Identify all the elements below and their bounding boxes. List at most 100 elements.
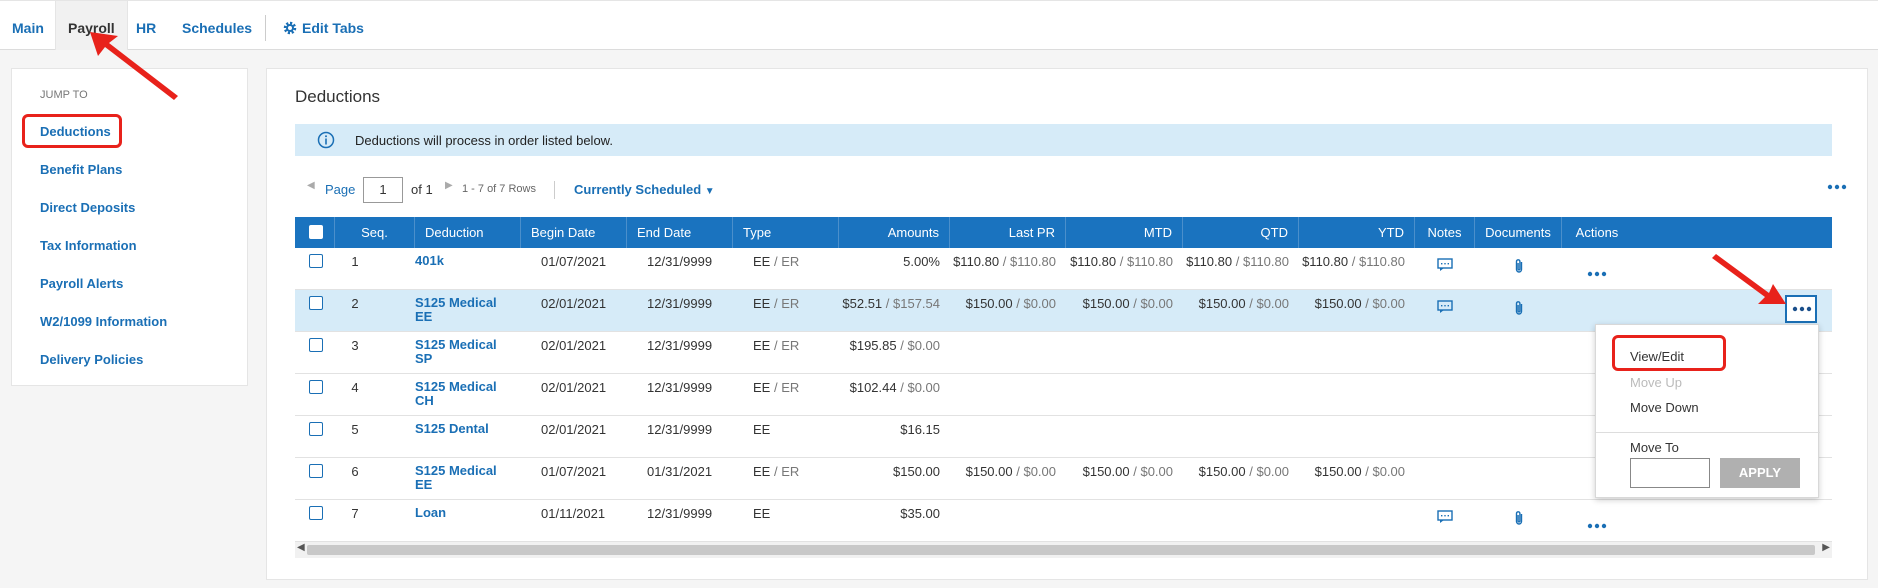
row-checkbox[interactable]	[309, 464, 323, 478]
row-checkbox[interactable]	[309, 380, 323, 394]
sidebar-item-delivery-policies[interactable]: Delivery Policies	[40, 352, 143, 367]
type-er: / ER	[773, 464, 800, 479]
type-er: / ER	[773, 254, 800, 269]
amt-cell: $150.00	[893, 464, 940, 479]
more-options-icon[interactable]	[1587, 264, 1607, 282]
mtd-cell: $150.00 / $0.00	[1083, 464, 1173, 479]
row-count: 1 - 7 of 7 Rows	[462, 183, 536, 195]
page-input[interactable]: 1	[363, 177, 403, 203]
menu-move-to-label: Move To	[1630, 440, 1679, 455]
deduction-link[interactable]: 401k	[415, 254, 501, 268]
end-date-cell: 12/31/9999	[647, 338, 713, 353]
more-options-icon[interactable]	[1827, 184, 1847, 190]
amt-ee: $195.85	[849, 338, 897, 353]
menu-divider	[1596, 432, 1820, 433]
qtd-er: / $0.00	[1249, 464, 1289, 479]
seq-cell: 6	[351, 464, 359, 479]
filter-label: Currently Scheduled	[574, 182, 702, 197]
col-end-date: End Date	[627, 217, 733, 248]
type-er: / ER	[773, 338, 800, 353]
page-of: of 1	[411, 182, 433, 197]
move-to-input[interactable]	[1630, 458, 1710, 488]
paperclip-icon[interactable]	[1514, 258, 1524, 279]
tab-payroll[interactable]: Payroll	[55, 1, 128, 50]
type-er: / ER	[773, 296, 800, 311]
sidebar-item-tax-information[interactable]: Tax Information	[40, 238, 137, 253]
deduction-link[interactable]: S125 Dental	[415, 422, 501, 436]
sidebar-item-direct-deposits[interactable]: Direct Deposits	[40, 200, 135, 215]
mtd-ee: $110.80	[1070, 254, 1117, 269]
notes-icon[interactable]	[1437, 510, 1453, 529]
tab-main[interactable]: Main	[0, 1, 56, 50]
ytd-er: / $0.00	[1365, 464, 1405, 479]
seq-cell: 5	[351, 422, 359, 437]
horizontal-scrollbar[interactable]: ◀ ▶	[295, 542, 1832, 558]
notes-icon[interactable]	[1437, 258, 1453, 277]
col-notes: Notes	[1415, 217, 1475, 248]
begin-date-cell: 02/01/2021	[541, 422, 607, 437]
sidebar-item-payroll-alerts[interactable]: Payroll Alerts	[40, 276, 123, 291]
type-cell: EE / ER	[753, 338, 799, 353]
row-checkbox[interactable]	[309, 506, 323, 520]
type-cell: EE / ER	[753, 464, 799, 479]
deduction-link[interactable]: Loan	[415, 506, 501, 520]
paperclip-icon[interactable]	[1514, 510, 1524, 531]
prev-page-icon[interactable]: ◀	[307, 180, 315, 191]
mtd-ee: $150.00	[1082, 464, 1130, 479]
mtd-er: / $0.00	[1133, 296, 1173, 311]
col-documents: Documents	[1475, 217, 1562, 248]
ytd-er: / $110.80	[1351, 254, 1405, 269]
qtd-ee: $150.00	[1198, 464, 1246, 479]
deduction-link[interactable]: S125 Medical CH	[415, 380, 501, 408]
deduction-link[interactable]: S125 Medical EE	[415, 296, 501, 324]
amt-ee: $35.00	[900, 506, 940, 521]
info-icon	[317, 131, 335, 149]
sidebar-item-w2-1099[interactable]: W2/1099 Information	[40, 314, 167, 329]
row-checkbox[interactable]	[309, 338, 323, 352]
amt-ee: $150.00	[893, 464, 940, 479]
row-checkbox[interactable]	[309, 296, 323, 310]
sidebar-item-deductions[interactable]: Deductions	[40, 124, 111, 139]
apply-button[interactable]: APPLY	[1720, 458, 1800, 488]
more-options-icon[interactable]	[1587, 516, 1607, 534]
row-checkbox[interactable]	[309, 254, 323, 268]
filter-dropdown[interactable]: Currently Scheduled ▼	[574, 182, 715, 197]
table-row[interactable]: 1 401k 01/07/2021 12/31/9999 EE / ER 5.00% $1…	[295, 248, 1832, 290]
deduction-link[interactable]: S125 Medical SP	[415, 338, 501, 366]
actions-menu: View/Edit Move Up Move Down Move To APPL…	[1595, 324, 1820, 498]
next-page-icon[interactable]: ▶	[445, 180, 453, 191]
scroll-right-icon[interactable]: ▶	[1822, 542, 1830, 553]
type-cell: EE	[753, 422, 770, 437]
notes-icon[interactable]	[1437, 300, 1453, 319]
gear-icon	[283, 21, 297, 35]
scroll-left-icon[interactable]: ◀	[297, 542, 305, 553]
pager-divider	[554, 181, 555, 199]
amt-ee: $52.51	[842, 296, 883, 311]
tab-schedules[interactable]: Schedules	[170, 1, 264, 50]
sidebar-item-benefit-plans[interactable]: Benefit Plans	[40, 162, 122, 177]
type-cell: EE / ER	[753, 254, 799, 269]
mtd-cell: $110.80 / $110.80	[1070, 254, 1173, 269]
col-amounts: Amounts	[839, 217, 950, 248]
row-checkbox[interactable]	[309, 422, 323, 436]
paperclip-icon[interactable]	[1514, 300, 1524, 321]
type-ee: EE	[753, 464, 771, 479]
amt-er: / $0.00	[900, 338, 940, 353]
col-deduction: Deduction	[415, 217, 521, 248]
scrollbar-thumb[interactable]	[307, 545, 1815, 555]
lastpr-ee: $150.00	[965, 296, 1013, 311]
select-all-checkbox[interactable]	[309, 225, 323, 239]
lastpr-cell: $150.00 / $0.00	[966, 464, 1056, 479]
amt-cell: 5.00%	[903, 254, 940, 269]
col-ytd: YTD	[1299, 217, 1415, 248]
ytd-cell: $110.80 / $110.80	[1302, 254, 1405, 269]
edit-tabs-button[interactable]: Edit Tabs	[282, 1, 364, 50]
menu-move-down[interactable]: Move Down	[1630, 400, 1699, 415]
table-header: Seq. Deduction Begin Date End Date Type …	[295, 217, 1832, 248]
menu-view-edit[interactable]: View/Edit	[1630, 349, 1684, 364]
deduction-link[interactable]: S125 Medical EE	[415, 464, 501, 492]
table-row[interactable]: 7 Loan 01/11/2021 12/31/9999 EE $35.00	[295, 500, 1832, 542]
tab-hr[interactable]: HR	[124, 1, 168, 50]
actions-button-active[interactable]	[1785, 295, 1817, 323]
ytd-ee: $150.00	[1314, 296, 1362, 311]
